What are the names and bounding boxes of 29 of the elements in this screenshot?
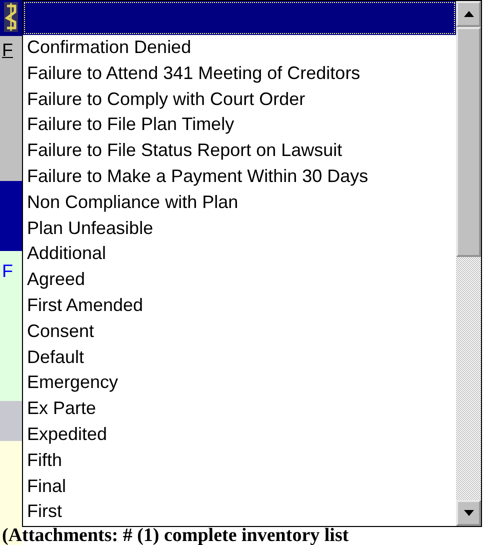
list-item[interactable]: Confirmation Denied (23, 35, 456, 61)
list-item[interactable]: Failure to Comply with Court Order (23, 86, 456, 112)
list-item[interactable]: Default (23, 344, 456, 370)
header-row (0, 401, 22, 441)
list-item[interactable]: Expedited (23, 422, 456, 448)
list-item[interactable]: Ex Parte (23, 396, 456, 422)
label-text: F (2, 40, 13, 60)
scrollbar[interactable] (456, 1, 481, 526)
list-item[interactable]: Consent (23, 318, 456, 345)
list-item[interactable]: Fifth (23, 448, 456, 474)
banner-band (0, 181, 22, 251)
app-icon (4, 2, 18, 32)
caption-text: (Attachments: # (1) complete inventory list (2, 527, 349, 545)
scroll-up-icon[interactable] (464, 11, 474, 17)
list-item[interactable]: Agreed (23, 267, 456, 293)
list-item[interactable]: Non Compliance with Plan (23, 190, 456, 216)
list-item[interactable]: First Amended (23, 292, 456, 319)
list-item[interactable]: Failure to File Plan Timely (23, 112, 456, 138)
scroll-down-icon[interactable] (464, 510, 474, 516)
list-item[interactable]: Failure to Attend 341 Meeting of Creditors (23, 60, 456, 87)
list-item[interactable]: Failure to File Status Report on Lawsuit (23, 138, 456, 164)
list-item[interactable] (23, 1, 456, 35)
list-item[interactable]: Plan Unfeasible (23, 216, 456, 242)
list-item[interactable]: First (23, 499, 456, 526)
label-text: F (2, 261, 13, 281)
list-item[interactable]: Additional (23, 241, 456, 268)
list-item[interactable]: Final (23, 474, 456, 500)
list-item[interactable]: Failure to Make a Payment Within 30 Days (23, 164, 456, 190)
list-item[interactable]: Emergency (23, 370, 456, 396)
